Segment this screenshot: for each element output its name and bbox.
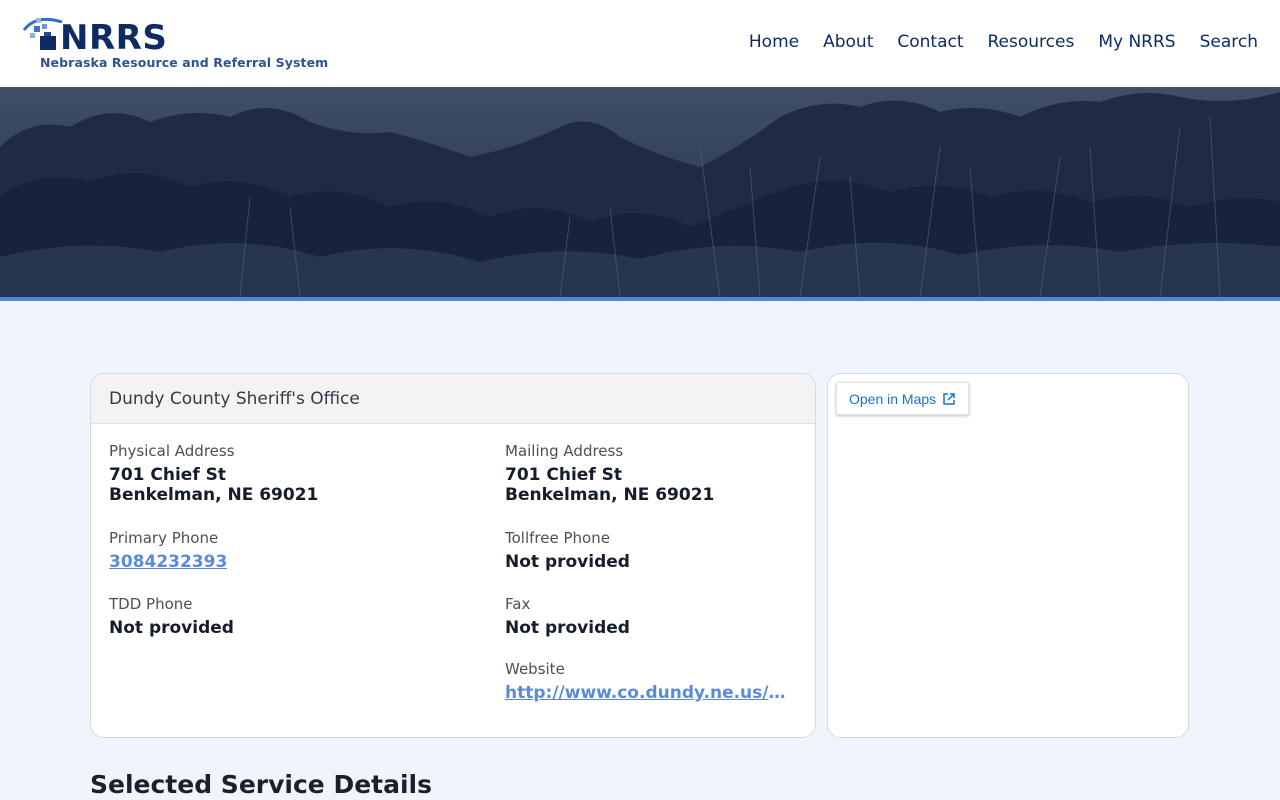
site-header: NRRS Nebraska Resource and Referral Syst… bbox=[0, 0, 1280, 87]
hero-banner bbox=[0, 87, 1280, 297]
primary-phone: Primary Phone 3084232393 bbox=[109, 528, 469, 576]
agency-name: Dundy County Sheriff's Office bbox=[109, 389, 360, 409]
fax-value: Not provided bbox=[505, 618, 630, 638]
nav-search[interactable]: Search bbox=[1200, 30, 1258, 54]
nrrs-logo-icon bbox=[22, 17, 63, 50]
hero-accent-stripe bbox=[0, 297, 1280, 301]
physical-address-line2: Benkelman, NE 69021 bbox=[109, 485, 319, 505]
hero-landscape-image bbox=[0, 87, 1280, 297]
website: Website http://www.co.dundy.ne.us/sherif… bbox=[505, 659, 795, 703]
mailing-address-label: Mailing Address bbox=[505, 442, 624, 460]
nav-resources[interactable]: Resources bbox=[988, 30, 1075, 54]
website-label: Website bbox=[505, 660, 565, 678]
logo-text: NRRS bbox=[60, 18, 168, 58]
nav-home[interactable]: Home bbox=[749, 30, 799, 54]
mailing-address-line2: Benkelman, NE 69021 bbox=[505, 485, 715, 505]
external-link-icon bbox=[943, 392, 955, 405]
tdd-phone-label: TDD Phone bbox=[109, 595, 193, 613]
nav-my-nrrs[interactable]: My NRRS bbox=[1098, 30, 1175, 54]
agency-info-card: Dundy County Sheriff's Office Physical A… bbox=[90, 373, 816, 738]
map-card: Open in Maps bbox=[827, 373, 1189, 738]
logo-subtitle: Nebraska Resource and Referral System bbox=[40, 55, 329, 70]
fax: Fax Not provided bbox=[505, 594, 795, 638]
agency-card-header: Dundy County Sheriff's Office bbox=[91, 374, 815, 424]
tdd-phone: TDD Phone Not provided bbox=[109, 594, 469, 638]
tollfree-phone-label: Tollfree Phone bbox=[505, 529, 610, 547]
physical-address-line1: 701 Chief St bbox=[109, 465, 227, 485]
tollfree-phone-value: Not provided bbox=[505, 552, 630, 572]
physical-address: Physical Address 701 Chief St Benkelman,… bbox=[109, 441, 469, 505]
fax-label: Fax bbox=[505, 595, 531, 613]
nav-about[interactable]: About bbox=[823, 30, 873, 54]
mailing-address-line1: 701 Chief St bbox=[505, 465, 623, 485]
tdd-phone-value: Not provided bbox=[109, 618, 234, 638]
mailing-address: Mailing Address 701 Chief St Benkelman, … bbox=[505, 441, 795, 505]
site-logo[interactable]: NRRS Nebraska Resource and Referral Syst… bbox=[22, 14, 328, 74]
selected-service-details-heading: Selected Service Details bbox=[90, 770, 432, 799]
main-nav: Home About Contact Resources My NRRS Sea… bbox=[749, 30, 1258, 54]
website-link[interactable]: http://www.co.dundy.ne.us/sheriff bbox=[505, 683, 795, 703]
primary-phone-label: Primary Phone bbox=[109, 529, 219, 547]
nav-contact[interactable]: Contact bbox=[897, 30, 963, 54]
physical-address-label: Physical Address bbox=[109, 442, 235, 460]
primary-phone-link[interactable]: 3084232393 bbox=[109, 552, 227, 572]
open-in-maps-label: Open in Maps bbox=[849, 390, 937, 407]
tollfree-phone: Tollfree Phone Not provided bbox=[505, 528, 795, 572]
open-in-maps-button[interactable]: Open in Maps bbox=[836, 382, 970, 415]
